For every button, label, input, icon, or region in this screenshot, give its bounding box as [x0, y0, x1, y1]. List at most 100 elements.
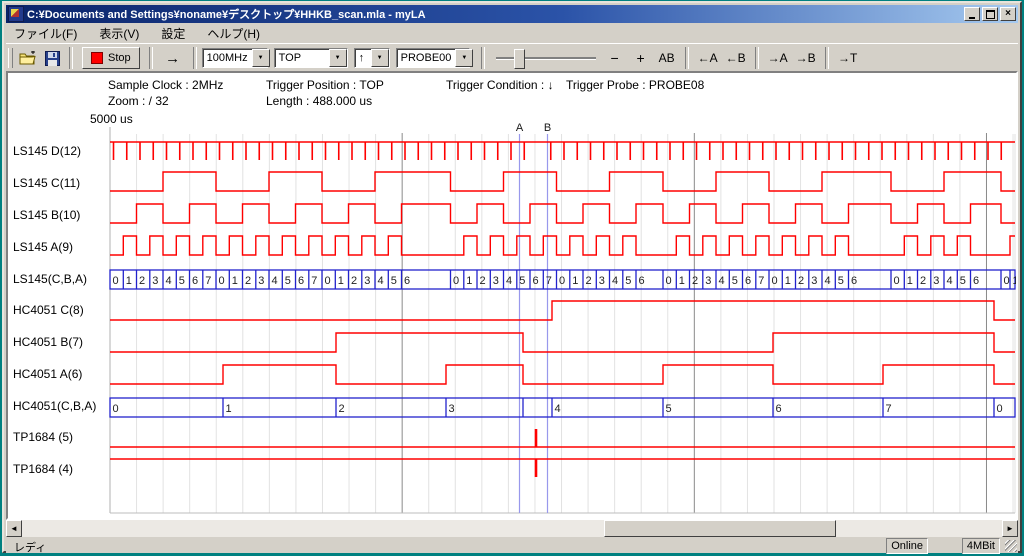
svg-text:4: 4 [947, 275, 953, 287]
svg-text:1: 1 [785, 275, 791, 287]
title-bar[interactable]: C:¥Documents and Settings¥noname¥デスクトップ¥… [6, 5, 1018, 23]
svg-text:5: 5 [666, 403, 672, 415]
chevron-down-icon[interactable]: ▼ [371, 49, 389, 67]
svg-text:7: 7 [886, 403, 892, 415]
zoom-slider-thumb[interactable] [514, 49, 525, 69]
menu-bar: ファイル(F) 表示(V) 設定 ヘルプ(H) [6, 24, 1018, 43]
save-button[interactable] [40, 47, 64, 69]
menu-file[interactable]: ファイル(F) [6, 23, 85, 44]
app-icon [8, 6, 24, 22]
svg-text:2: 2 [351, 275, 357, 287]
toolbar-separator [481, 47, 485, 69]
svg-text:4: 4 [272, 275, 278, 287]
svg-text:7: 7 [546, 275, 552, 287]
svg-text:A: A [516, 122, 524, 134]
stop-button[interactable]: Stop [82, 47, 140, 69]
trigger-position-value: TOP [279, 52, 325, 64]
window-title: C:¥Documents and Settings¥noname¥デスクトップ¥… [27, 6, 964, 22]
close-button[interactable]: × [1000, 7, 1016, 21]
svg-text:0: 0 [997, 403, 1003, 415]
svg-text:6: 6 [533, 275, 539, 287]
resize-grip[interactable] [1005, 540, 1017, 552]
svg-text:2: 2 [798, 275, 804, 287]
trigger-edge-combo[interactable]: ↑ ▼ [354, 48, 390, 68]
scrollbar-thumb[interactable] [604, 520, 836, 537]
svg-text:5: 5 [391, 275, 397, 287]
minimize-button[interactable] [964, 7, 980, 21]
svg-text:3: 3 [933, 275, 939, 287]
sample-clock-combo[interactable]: 100MHz ▼ [202, 48, 268, 68]
status-bar: レディ Online 4MBit [6, 537, 1018, 553]
scroll-right-button[interactable]: ► [1002, 520, 1018, 537]
svg-text:0: 0 [113, 275, 119, 287]
scroll-left-button[interactable]: ◄ [6, 520, 22, 537]
maximize-button[interactable] [982, 7, 998, 21]
goto-trigger-button[interactable]: →T [834, 47, 862, 69]
stop-label: Stop [108, 52, 131, 64]
svg-text:5: 5 [960, 275, 966, 287]
zoom-in-button[interactable]: + [628, 47, 654, 69]
svg-text:0: 0 [559, 275, 565, 287]
svg-text:0: 0 [772, 275, 778, 287]
menu-settings[interactable]: 設定 [153, 23, 193, 44]
svg-text:2: 2 [139, 275, 145, 287]
svg-text:5: 5 [179, 275, 185, 287]
goto-marker-a-right-button[interactable]: →A [764, 47, 792, 69]
svg-text:2: 2 [920, 275, 926, 287]
memory-badge: 4MBit [962, 538, 1000, 554]
svg-text:3: 3 [705, 275, 711, 287]
svg-text:0: 0 [666, 275, 672, 287]
svg-text:4: 4 [166, 275, 172, 287]
goto-marker-b-right-button[interactable]: →B [792, 47, 820, 69]
svg-text:0: 0 [113, 403, 119, 415]
chevron-down-icon[interactable]: ▼ [252, 49, 270, 67]
toolbar-separator [755, 47, 759, 69]
svg-text:5: 5 [519, 275, 525, 287]
ab-markers-button[interactable]: AB [654, 47, 680, 69]
trigger-position-combo[interactable]: TOP ▼ [274, 48, 348, 68]
svg-text:6: 6 [851, 275, 857, 287]
trigger-probe-value: PROBE00 [401, 52, 452, 64]
goto-marker-b-left-button[interactable]: ←B [722, 47, 750, 69]
waveform-canvas[interactable]: AB01234567012345670123456012345670123456… [8, 73, 1018, 518]
svg-text:6: 6 [639, 275, 645, 287]
svg-text:4: 4 [506, 275, 512, 287]
chevron-down-icon[interactable]: ▼ [455, 49, 473, 67]
online-badge: Online [886, 538, 928, 554]
toolbar: Stop → 100MHz ▼ TOP ▼ ↑ ▼ PROBE00 ▼ − + … [6, 43, 1018, 72]
desktop: { "window": { "title": "C:¥Documents and… [0, 0, 1024, 556]
maximize-icon [986, 10, 995, 19]
svg-text:7: 7 [205, 275, 211, 287]
zoom-slider-track[interactable] [496, 57, 596, 59]
svg-text:3: 3 [493, 275, 499, 287]
menu-help[interactable]: ヘルプ(H) [199, 23, 268, 44]
svg-text:2: 2 [339, 403, 345, 415]
menu-view[interactable]: 表示(V) [91, 23, 147, 44]
svg-text:0: 0 [219, 275, 225, 287]
svg-text:3: 3 [258, 275, 264, 287]
toolbar-gripper[interactable] [8, 48, 13, 68]
open-folder-icon [19, 51, 37, 65]
svg-text:1: 1 [126, 275, 132, 287]
svg-text:6: 6 [298, 275, 304, 287]
toolbar-separator [149, 47, 153, 69]
app-window: C:¥Documents and Settings¥noname¥デスクトップ¥… [2, 1, 1022, 553]
zoom-out-button[interactable]: − [602, 47, 628, 69]
svg-text:1: 1 [338, 275, 344, 287]
svg-text:6: 6 [776, 403, 782, 415]
svg-text:2: 2 [245, 275, 251, 287]
svg-text:1: 1 [232, 275, 238, 287]
trigger-probe-combo[interactable]: PROBE00 ▼ [396, 48, 470, 68]
zoom-slider[interactable] [496, 47, 596, 69]
chevron-down-icon[interactable]: ▼ [329, 49, 347, 67]
goto-marker-a-left-button[interactable]: ←A [694, 47, 722, 69]
toolbar-separator [193, 47, 197, 69]
svg-text:3: 3 [364, 275, 370, 287]
horizontal-scrollbar[interactable]: ◄ ► [6, 520, 1018, 537]
open-file-button[interactable] [16, 47, 40, 69]
svg-text:1: 1 [1013, 275, 1019, 287]
svg-text:1: 1 [679, 275, 685, 287]
svg-text:0: 0 [453, 275, 459, 287]
svg-text:1: 1 [572, 275, 578, 287]
run-button[interactable]: → [158, 47, 188, 69]
